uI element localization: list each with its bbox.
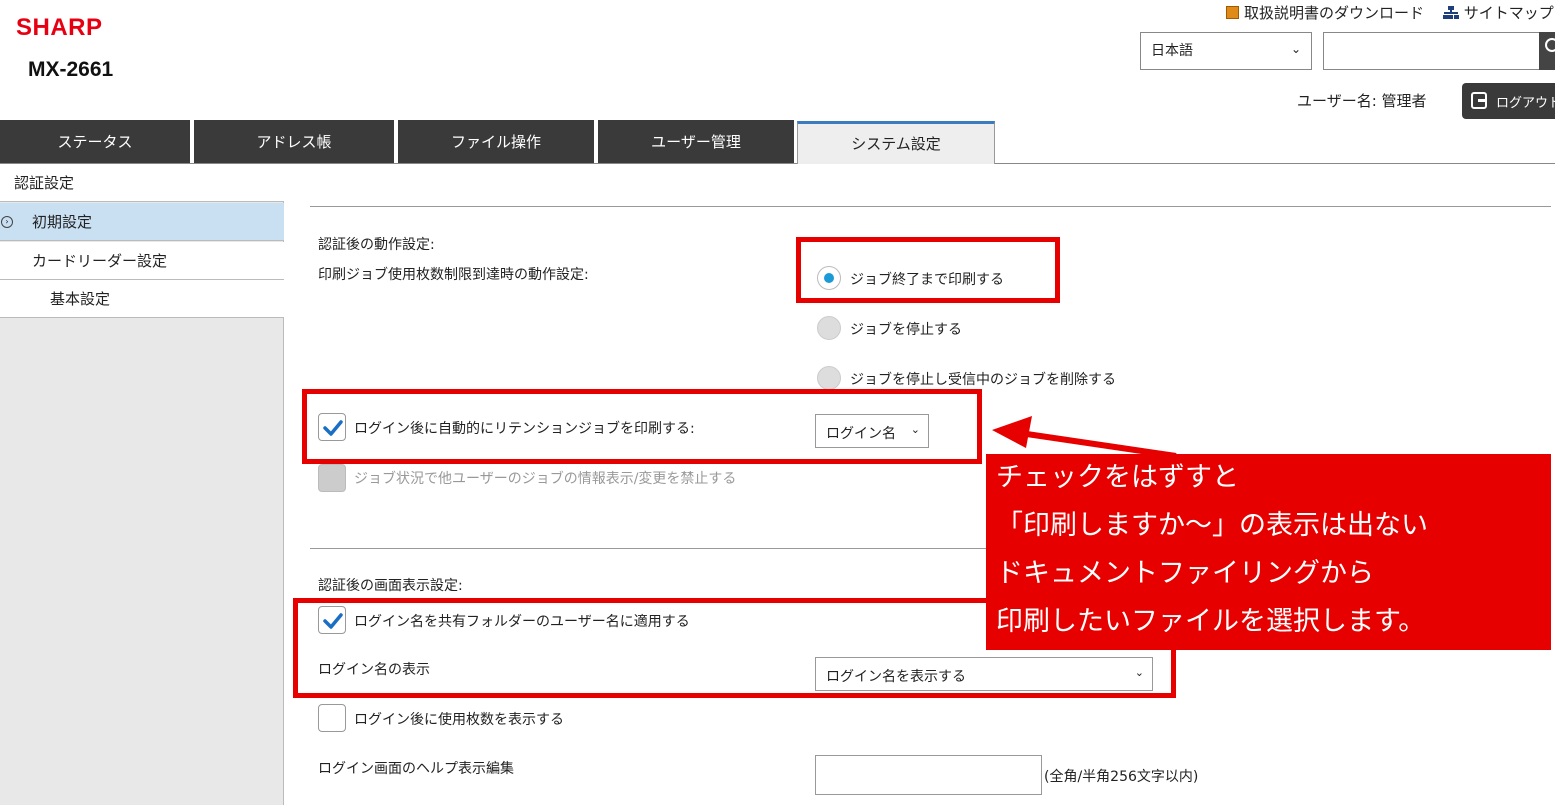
logout-button[interactable]: ログアウト <box>1462 83 1555 119</box>
sidebar-item-label: 初期設定 <box>32 213 93 231</box>
after-auth-title: 認証後の動作設定: <box>318 237 435 253</box>
print-limit-label: 印刷ジョブ使用枚数制限到達時の動作設定: <box>318 267 589 283</box>
highlight-box <box>796 237 1060 303</box>
sidebar-item-label: カードリーダー設定 <box>32 252 168 270</box>
manual-download-link[interactable]: 取扱説明書のダウンロード <box>1244 4 1424 22</box>
prohibit-label: ジョブ状況で他ユーザーのジョブの情報表示/変更を禁止する <box>354 471 737 487</box>
tab-system-settings[interactable]: システム設定 <box>797 121 995 164</box>
tab-user-management[interactable]: ユーザー管理 <box>598 120 794 163</box>
top-links: 取扱説明書のダウンロード サイトマップ <box>1226 2 1554 23</box>
radio-label: ジョブを停止し受信中のジョブを削除する <box>850 372 1116 388</box>
sidebar-item-label: 認証設定 <box>14 174 75 192</box>
tab-status[interactable]: ステータス <box>0 120 190 163</box>
sidebar-item-basic-settings[interactable]: 基本設定 <box>0 280 284 318</box>
screen-display-title: 認証後の画面表示設定: <box>318 578 463 594</box>
show-usage-checkbox[interactable] <box>318 704 346 732</box>
sidebar-item-auth-settings[interactable]: 認証設定 <box>0 164 284 202</box>
search-button[interactable] <box>1539 32 1555 70</box>
sharp-logo[interactable]: SHARP <box>16 14 103 42</box>
chevron-down-icon: ⌄ <box>1290 42 1301 56</box>
sitemap-link[interactable]: サイトマップ <box>1464 4 1554 22</box>
tab-file-operations[interactable]: ファイル操作 <box>398 120 594 163</box>
callout-line: 「印刷しますか～」の表示は出ない <box>996 510 1428 541</box>
show-usage-label: ログイン後に使用枚数を表示する <box>354 712 564 728</box>
callout-line: チェックをはずすと <box>996 462 1239 493</box>
logout-icon <box>1471 92 1487 109</box>
help-edit-note: (全角/半角256文字以内) <box>1044 769 1199 785</box>
user-name-label: ユーザー名: 管理者 <box>1297 92 1427 110</box>
callout-line: 印刷したいファイルを選択します。 <box>996 606 1426 637</box>
divider <box>310 548 986 549</box>
prohibit-checkbox[interactable] <box>318 464 346 492</box>
chevron-right-icon: › <box>1 216 13 228</box>
radio-stop-job[interactable] <box>817 316 841 340</box>
search-input[interactable] <box>1323 32 1541 70</box>
sidebar-item-label: 基本設定 <box>50 290 111 308</box>
sitemap-icon <box>1442 6 1459 19</box>
radio-stop-and-delete[interactable] <box>817 366 841 390</box>
language-select[interactable]: 日本語 ⌄ <box>1140 32 1312 70</box>
model-name: MX-2661 <box>28 58 114 81</box>
search-icon <box>1545 38 1555 52</box>
manual-download-icon <box>1226 6 1239 19</box>
language-value: 日本語 <box>1151 43 1193 59</box>
highlight-box <box>302 389 982 464</box>
help-edit-label: ログイン画面のヘルプ表示編集 <box>318 761 514 777</box>
tab-address-book[interactable]: アドレス帳 <box>194 120 394 163</box>
sidebar-item-card-reader[interactable]: カードリーダー設定 <box>0 242 284 280</box>
annotation-callout: チェックをはずすと 「印刷しますか～」の表示は出ない ドキュメントファイリングか… <box>986 454 1551 650</box>
help-edit-input[interactable] <box>815 755 1042 795</box>
radio-label: ジョブを停止する <box>850 322 962 338</box>
logout-label: ログアウト <box>1496 96 1555 111</box>
sidebar-item-initial-settings[interactable]: › 初期設定 <box>0 203 284 241</box>
callout-line: ドキュメントファイリングから <box>996 558 1374 589</box>
divider <box>310 206 1551 207</box>
